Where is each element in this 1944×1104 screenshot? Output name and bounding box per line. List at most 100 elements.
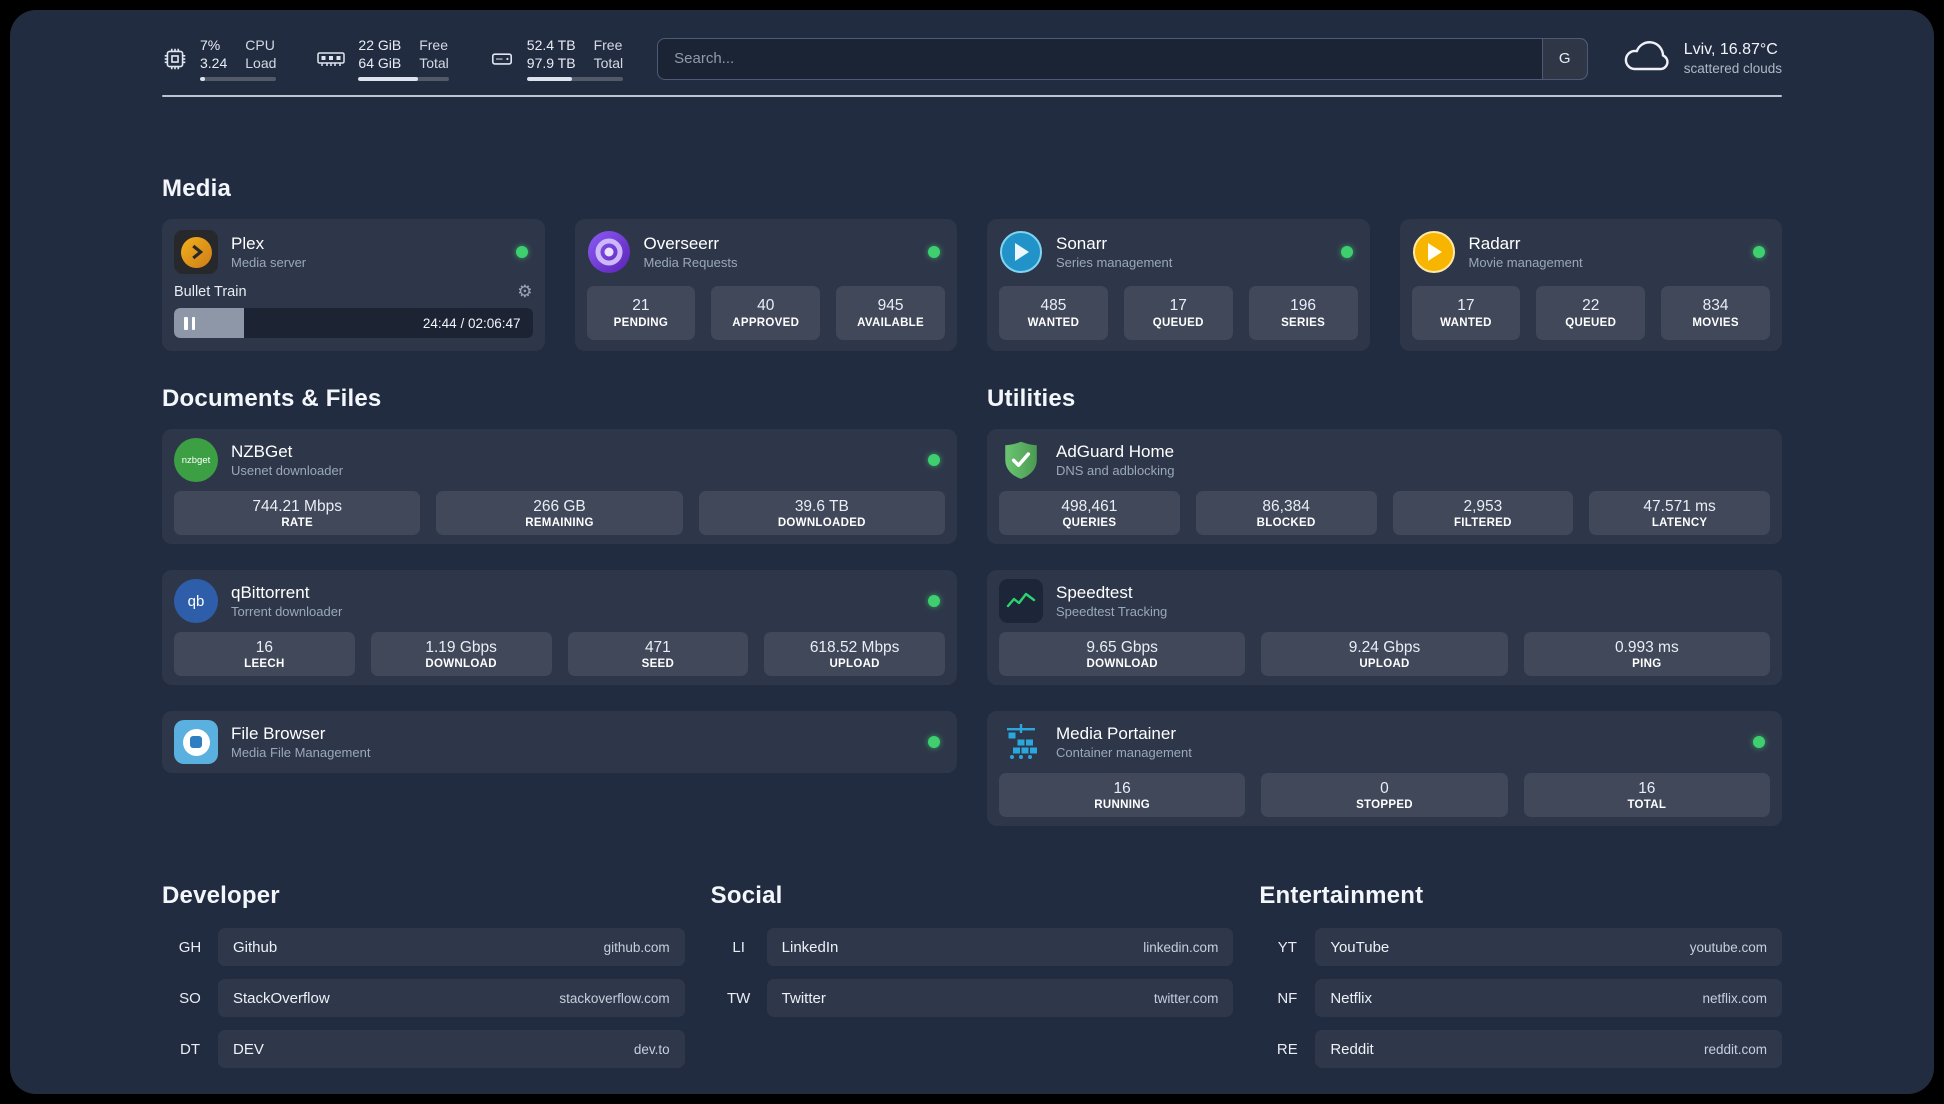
resource-widgets: 7% 3.24 CPU Load 22 GiB 64 GiB Free Tota… — [162, 36, 624, 82]
service-name: Overseerr — [643, 233, 720, 253]
stat-downloaded: 39.6 TB DOWNLOADED — [698, 491, 945, 536]
status-dot — [928, 595, 940, 608]
stat-movies: 834 MOVIES — [1661, 286, 1770, 341]
bookmark-github[interactable]: GH Github github.com — [162, 928, 685, 967]
memory-total-label: Total — [419, 55, 449, 72]
bookmark-domain: stackoverflow.com — [559, 990, 670, 1006]
status-dot — [1753, 246, 1765, 259]
filebrowser-icon — [174, 720, 218, 765]
memory-icon — [316, 46, 346, 72]
pause-icon[interactable] — [184, 316, 195, 330]
stat-queued: 17 QUEUED — [1123, 286, 1233, 341]
service-name: Sonarr — [1056, 233, 1108, 253]
service-card-speedtest[interactable]: Speedtest Speedtest Tracking 9.65 Gbps DO… — [987, 570, 1782, 686]
service-subtitle: Torrent downloader — [231, 603, 343, 619]
service-card-qbittorrent[interactable]: qb qBittorrent Torrent downloader 16 LEEC… — [162, 570, 957, 686]
stat-series: 196 SERIES — [1248, 286, 1358, 341]
status-dot — [928, 454, 940, 467]
settings-gear-icon[interactable]: ⚙ — [517, 283, 532, 300]
stat-leech: 16 LEECH — [174, 632, 355, 677]
bookmark-youtube[interactable]: YT YouTube youtube.com — [1259, 928, 1782, 967]
service-card-sonarr[interactable]: Sonarr Series management 485 WANTED 17 QUE… — [987, 219, 1370, 352]
stat-queries: 498,461 QUERIES — [999, 491, 1180, 536]
stat-pending: 21 PENDING — [586, 286, 696, 341]
stat-seed: 471 SEED — [567, 632, 749, 677]
service-name: Radarr — [1468, 233, 1521, 253]
section-title-developer: Developer — [162, 882, 280, 910]
search-input[interactable] — [657, 37, 1588, 80]
stat-wanted: 485 WANTED — [999, 286, 1108, 341]
bookmark-name: Twitter — [781, 989, 826, 1007]
bookmark-netflix[interactable]: NF Netflix netflix.com — [1259, 979, 1782, 1018]
stat-queued: 22 QUEUED — [1536, 286, 1646, 341]
bookmark-stackoverflow[interactable]: SO StackOverflow stackoverflow.com — [162, 979, 685, 1018]
playback-progress-bar[interactable]: 24:44 / 02:06:47 — [174, 308, 533, 339]
bookmark-name: Github — [233, 938, 278, 956]
service-subtitle: DNS and adblocking — [1056, 462, 1175, 478]
service-subtitle: Container management — [1056, 744, 1192, 760]
bookmark-domain: github.com — [603, 939, 670, 955]
service-card-adguard[interactable]: AdGuard Home DNS and adblocking 498,461 Q… — [987, 429, 1782, 545]
stat-download: 1.19 Gbps DOWNLOAD — [370, 632, 552, 677]
bookmark-abbr: NF — [1277, 989, 1298, 1007]
bookmark-name: Reddit — [1330, 1040, 1374, 1058]
stat-upload: 618.52 Mbps UPLOAD — [764, 632, 945, 677]
section-title-utilities: Utilities — [987, 385, 1076, 413]
service-name: Speedtest — [1056, 582, 1133, 602]
service-card-nzbget[interactable]: nzbget NZBGet Usenet downloader 744.21 M… — [162, 429, 957, 545]
cpu-widget: 7% 3.24 CPU Load — [162, 36, 277, 82]
bookmark-domain: reddit.com — [1703, 1041, 1767, 1057]
memory-free-label: Free — [419, 37, 449, 53]
bookmark-reddit[interactable]: RE Reddit reddit.com — [1259, 1030, 1782, 1069]
bookmark-twitter[interactable]: TW Twitter twitter.com — [711, 979, 1234, 1018]
bookmark-linkedin[interactable]: LI LinkedIn linkedin.com — [711, 928, 1234, 967]
service-card-filebrowser[interactable]: File Browser Media File Management — [162, 711, 957, 774]
service-subtitle: Movie management — [1468, 254, 1583, 270]
stat-wanted: 17 WANTED — [1411, 286, 1521, 341]
memory-widget: 22 GiB 64 GiB Free Total — [316, 36, 449, 82]
search-provider-button[interactable]: G — [1541, 37, 1588, 80]
topbar: 7% 3.24 CPU Load 22 GiB 64 GiB Free Tota… — [162, 10, 1782, 82]
stat-approved: 40 APPROVED — [711, 286, 821, 341]
disk-free-label: Free — [593, 37, 623, 53]
section-title-media: Media — [162, 175, 232, 203]
service-name: Media Portainer — [1056, 723, 1177, 743]
memory-usage-bar — [358, 77, 449, 82]
status-dot — [928, 246, 940, 259]
bookmark-dev[interactable]: DT DEV dev.to — [162, 1030, 685, 1069]
service-subtitle: Usenet downloader — [231, 462, 344, 478]
bookmark-abbr: SO — [179, 989, 201, 1007]
section-title-entertainment: Entertainment — [1259, 882, 1424, 910]
disk-total-label: Total — [593, 55, 624, 72]
service-card-plex[interactable]: Plex Media server Bullet Train ⚙ 24:44 /… — [162, 219, 545, 352]
weather-widget: Lviv, 16.87°C scattered clouds — [1622, 39, 1782, 79]
cpu-load-value: 3.24 — [200, 55, 228, 72]
service-subtitle: Series management — [1056, 254, 1173, 270]
sonarr-icon — [999, 230, 1043, 274]
service-name: AdGuard Home — [1056, 441, 1175, 461]
status-dot — [1753, 736, 1765, 749]
stat-total: 16 TOTAL — [1523, 773, 1770, 818]
service-card-radarr[interactable]: Radarr Movie management 17 WANTED 22 QUEUE… — [1399, 219, 1782, 352]
section-title-documents: Documents & Files — [162, 385, 382, 413]
nzbget-icon: nzbget — [174, 438, 218, 483]
stat-stopped: 0 STOPPED — [1261, 773, 1508, 818]
service-card-overseerr[interactable]: Overseerr Media Requests 21 PENDING 40 APP… — [574, 219, 957, 352]
cpu-label: CPU — [245, 37, 275, 53]
stat-ping: 0.993 ms PING — [1523, 632, 1770, 677]
cpu-percent: 7% — [200, 37, 221, 53]
service-name: File Browser — [231, 723, 326, 743]
stat-filtered: 2,953 FILTERED — [1392, 491, 1574, 536]
stat-running: 16 RUNNING — [999, 773, 1246, 818]
service-card-portainer[interactable]: Media Portainer Container management 16 R… — [987, 711, 1782, 827]
bookmark-name: LinkedIn — [781, 938, 839, 956]
disk-icon — [489, 46, 515, 72]
bookmark-abbr: LI — [732, 938, 745, 956]
service-subtitle: Media Requests — [643, 254, 738, 270]
qbittorrent-icon: qb — [174, 579, 218, 624]
memory-free-value: 22 GiB — [358, 37, 402, 53]
status-dot — [928, 736, 940, 749]
overseerr-icon — [587, 230, 631, 274]
disk-widget: 52.4 TB 97.9 TB Free Total — [489, 36, 624, 82]
radarr-icon — [1412, 230, 1456, 274]
